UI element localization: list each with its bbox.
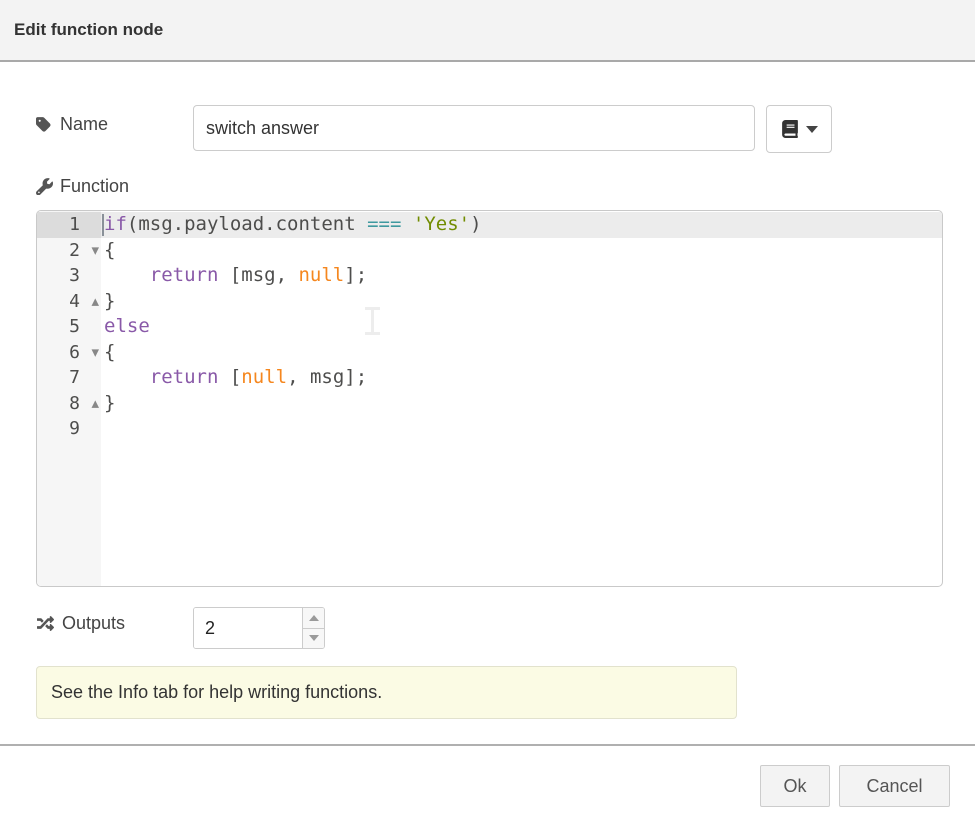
text-caret bbox=[102, 214, 104, 236]
shuffle-icon bbox=[36, 615, 55, 632]
spinner-up-button[interactable] bbox=[303, 608, 324, 629]
code-line[interactable]: return [msg, null]; bbox=[101, 263, 942, 289]
outputs-input[interactable] bbox=[194, 608, 302, 648]
spinner-buttons bbox=[302, 608, 324, 648]
gutter-line-number[interactable]: 1 bbox=[37, 212, 101, 238]
fold-down-icon[interactable]: ▾ bbox=[91, 238, 99, 264]
gutter-line-number[interactable]: 5 bbox=[37, 314, 101, 340]
dialog-title: Edit function node bbox=[14, 20, 163, 40]
code-line[interactable]: else bbox=[101, 314, 942, 340]
gutter-line-number[interactable]: 2▾ bbox=[37, 238, 101, 264]
gutter-line-number[interactable]: 7 bbox=[37, 365, 101, 391]
outputs-label: Outputs bbox=[36, 613, 125, 634]
code-line[interactable]: } bbox=[101, 289, 942, 315]
name-input[interactable] bbox=[193, 105, 755, 151]
caret-down-icon bbox=[806, 126, 818, 133]
outputs-spinner bbox=[193, 607, 325, 649]
wrench-icon bbox=[36, 178, 53, 195]
ok-button[interactable]: Ok bbox=[760, 765, 830, 807]
editor-code[interactable]: if(msg.payload.content === 'Yes'){ retur… bbox=[101, 211, 942, 586]
book-icon bbox=[781, 120, 799, 138]
fold-up-icon[interactable]: ▴ bbox=[91, 289, 99, 315]
code-line[interactable]: return [null, msg]; bbox=[101, 365, 942, 391]
info-tip-text: See the Info tab for help writing functi… bbox=[51, 682, 382, 703]
caret-up-icon bbox=[309, 615, 319, 621]
code-editor[interactable]: 12▾34▴56▾78▴9 if(msg.payload.content ===… bbox=[36, 210, 943, 587]
code-line[interactable] bbox=[101, 416, 942, 442]
footer-divider bbox=[0, 744, 975, 746]
code-line[interactable]: if(msg.payload.content === 'Yes') bbox=[101, 212, 942, 238]
library-button[interactable] bbox=[766, 105, 832, 153]
code-line[interactable]: { bbox=[101, 238, 942, 264]
gutter-line-number[interactable]: 9 bbox=[37, 416, 101, 442]
name-label: Name bbox=[36, 114, 108, 135]
name-label-text: Name bbox=[60, 114, 108, 135]
dialog-header: Edit function node bbox=[0, 0, 975, 62]
fold-down-icon[interactable]: ▾ bbox=[91, 340, 99, 366]
info-tip: See the Info tab for help writing functi… bbox=[36, 666, 737, 719]
code-line[interactable]: { bbox=[101, 340, 942, 366]
fold-up-icon[interactable]: ▴ bbox=[91, 391, 99, 417]
outputs-label-text: Outputs bbox=[62, 613, 125, 634]
spinner-down-button[interactable] bbox=[303, 629, 324, 649]
tag-icon bbox=[36, 116, 53, 133]
gutter-line-number[interactable]: 8▴ bbox=[37, 391, 101, 417]
function-label: Function bbox=[36, 176, 129, 197]
editor-gutter[interactable]: 12▾34▴56▾78▴9 bbox=[37, 211, 101, 586]
gutter-line-number[interactable]: 6▾ bbox=[37, 340, 101, 366]
caret-down-icon bbox=[309, 635, 319, 641]
cancel-button[interactable]: Cancel bbox=[839, 765, 950, 807]
gutter-line-number[interactable]: 3 bbox=[37, 263, 101, 289]
code-line[interactable]: } bbox=[101, 391, 942, 417]
function-label-text: Function bbox=[60, 176, 129, 197]
gutter-line-number[interactable]: 4▴ bbox=[37, 289, 101, 315]
